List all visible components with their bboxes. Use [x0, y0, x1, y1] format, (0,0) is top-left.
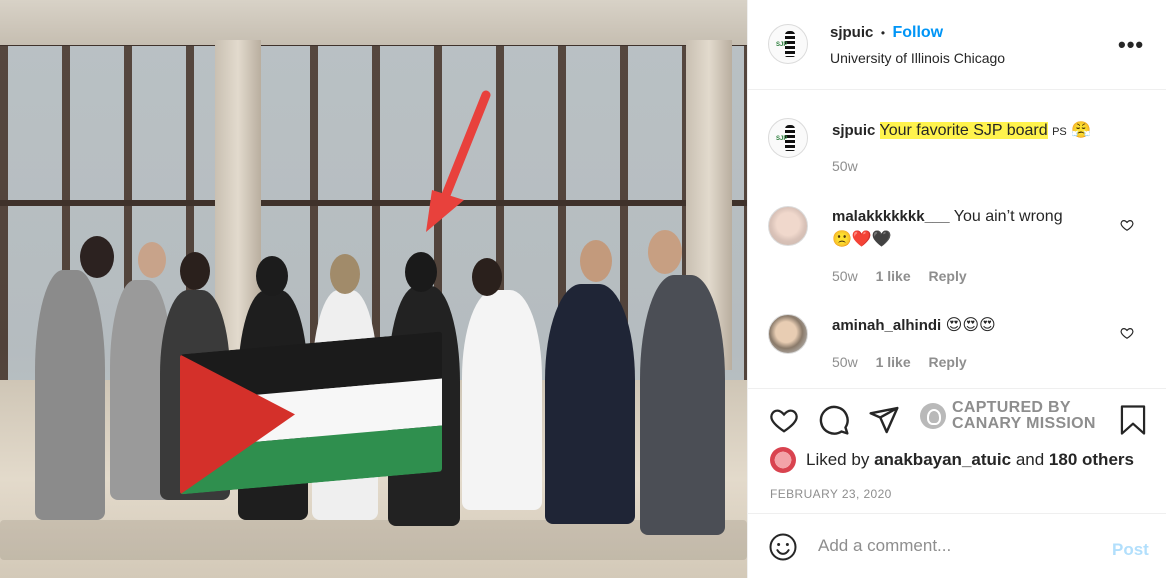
person-head: [80, 236, 114, 278]
comment-text: You ain’t wrong: [953, 208, 1063, 225]
person-head: [180, 252, 210, 290]
post-photo[interactable]: [0, 0, 747, 578]
person-head: [648, 230, 682, 274]
likes-summary[interactable]: Liked by anakbayan_atuic and 180 others: [770, 447, 1134, 473]
smiley-icon[interactable]: [768, 532, 798, 562]
caption: sjpuic Your favorite SJP board PS 😤 50w: [748, 108, 1166, 188]
paper-plane-icon[interactable]: [868, 404, 900, 436]
comment-like-heart-icon[interactable]: [1120, 218, 1134, 232]
post-details-panel: sjpuic • Follow University of Illinois C…: [747, 0, 1166, 578]
person-head: [405, 252, 437, 292]
canary-mission-watermark: CAPTURED BY CANARY MISSION: [920, 400, 1096, 432]
canary-bird-icon: [920, 403, 946, 429]
person: [640, 275, 725, 535]
avatar[interactable]: [768, 314, 808, 354]
ground-shadow: [0, 520, 747, 560]
heart-icon[interactable]: [768, 405, 800, 435]
comment-username[interactable]: aminah_alhindi: [832, 317, 941, 334]
add-comment-input[interactable]: [818, 534, 1098, 558]
comment-time[interactable]: 50w: [832, 268, 858, 284]
post-actions: CAPTURED BY CANARY MISSION Liked by anak…: [748, 388, 1166, 513]
avatar[interactable]: [768, 206, 808, 246]
person-head: [580, 240, 612, 282]
comment-emoji: 🙁❤️🖤: [832, 231, 892, 248]
caption-time[interactable]: 50w: [832, 158, 858, 174]
watermark-line2: CANARY MISSION: [952, 415, 1096, 432]
post-username[interactable]: sjpuic: [830, 24, 873, 41]
avatar[interactable]: [768, 118, 808, 158]
palestinian-flag: [180, 331, 442, 495]
caption-username[interactable]: sjpuic: [832, 122, 875, 139]
comment-like-heart-icon[interactable]: [1120, 326, 1134, 340]
liker-avatar[interactable]: [770, 447, 796, 473]
person: [545, 284, 635, 524]
liker-username[interactable]: anakbayan_atuic: [874, 450, 1011, 470]
person: [462, 290, 542, 510]
bookmark-icon[interactable]: [1118, 404, 1148, 436]
person-head: [138, 242, 166, 278]
likes-count[interactable]: 180 others: [1049, 450, 1134, 470]
building-canopy: [0, 0, 747, 45]
post-location[interactable]: University of Illinois Chicago: [830, 50, 1005, 66]
caption-suffix: PS: [1052, 126, 1067, 138]
comment-item: malakkkkkkk___ You ain’t wrong 🙁❤️🖤 50w …: [748, 198, 1166, 293]
add-comment-bar: Post: [748, 513, 1166, 578]
caption-text: Your favorite SJP board: [879, 122, 1048, 139]
red-arrow-icon: [426, 90, 491, 232]
window-frame: [0, 200, 747, 206]
comment-username[interactable]: malakkkkkkk___: [832, 208, 950, 225]
follow-button[interactable]: Follow: [892, 24, 943, 41]
comment-likes[interactable]: 1 like: [876, 354, 911, 370]
watermark-line1: CAPTURED BY: [952, 399, 1071, 416]
likes-prefix: Liked by: [806, 450, 870, 469]
likes-conj: and: [1015, 450, 1045, 469]
person-head: [472, 258, 502, 296]
comment-time[interactable]: 50w: [832, 354, 858, 370]
post-comment-button[interactable]: Post: [1112, 540, 1149, 560]
more-options-button[interactable]: •••: [1118, 32, 1144, 58]
comment-icon[interactable]: [818, 404, 850, 436]
comment-likes[interactable]: 1 like: [876, 268, 911, 284]
post-header: sjpuic • Follow University of Illinois C…: [748, 0, 1166, 90]
reply-button[interactable]: Reply: [929, 268, 967, 284]
caption-emoji: 😤: [1071, 122, 1092, 139]
comment-item: aminah_alhindi 😍😍😍 50w 1 like Reply: [748, 310, 1166, 385]
separator-dot: •: [880, 26, 886, 40]
comment-emoji: 😍😍😍: [945, 317, 996, 334]
person-head: [330, 254, 360, 294]
person: [35, 270, 105, 520]
person-head: [256, 256, 288, 296]
post-date[interactable]: FEBRUARY 23, 2020: [770, 487, 892, 501]
avatar[interactable]: [768, 24, 808, 64]
reply-button[interactable]: Reply: [929, 354, 967, 370]
